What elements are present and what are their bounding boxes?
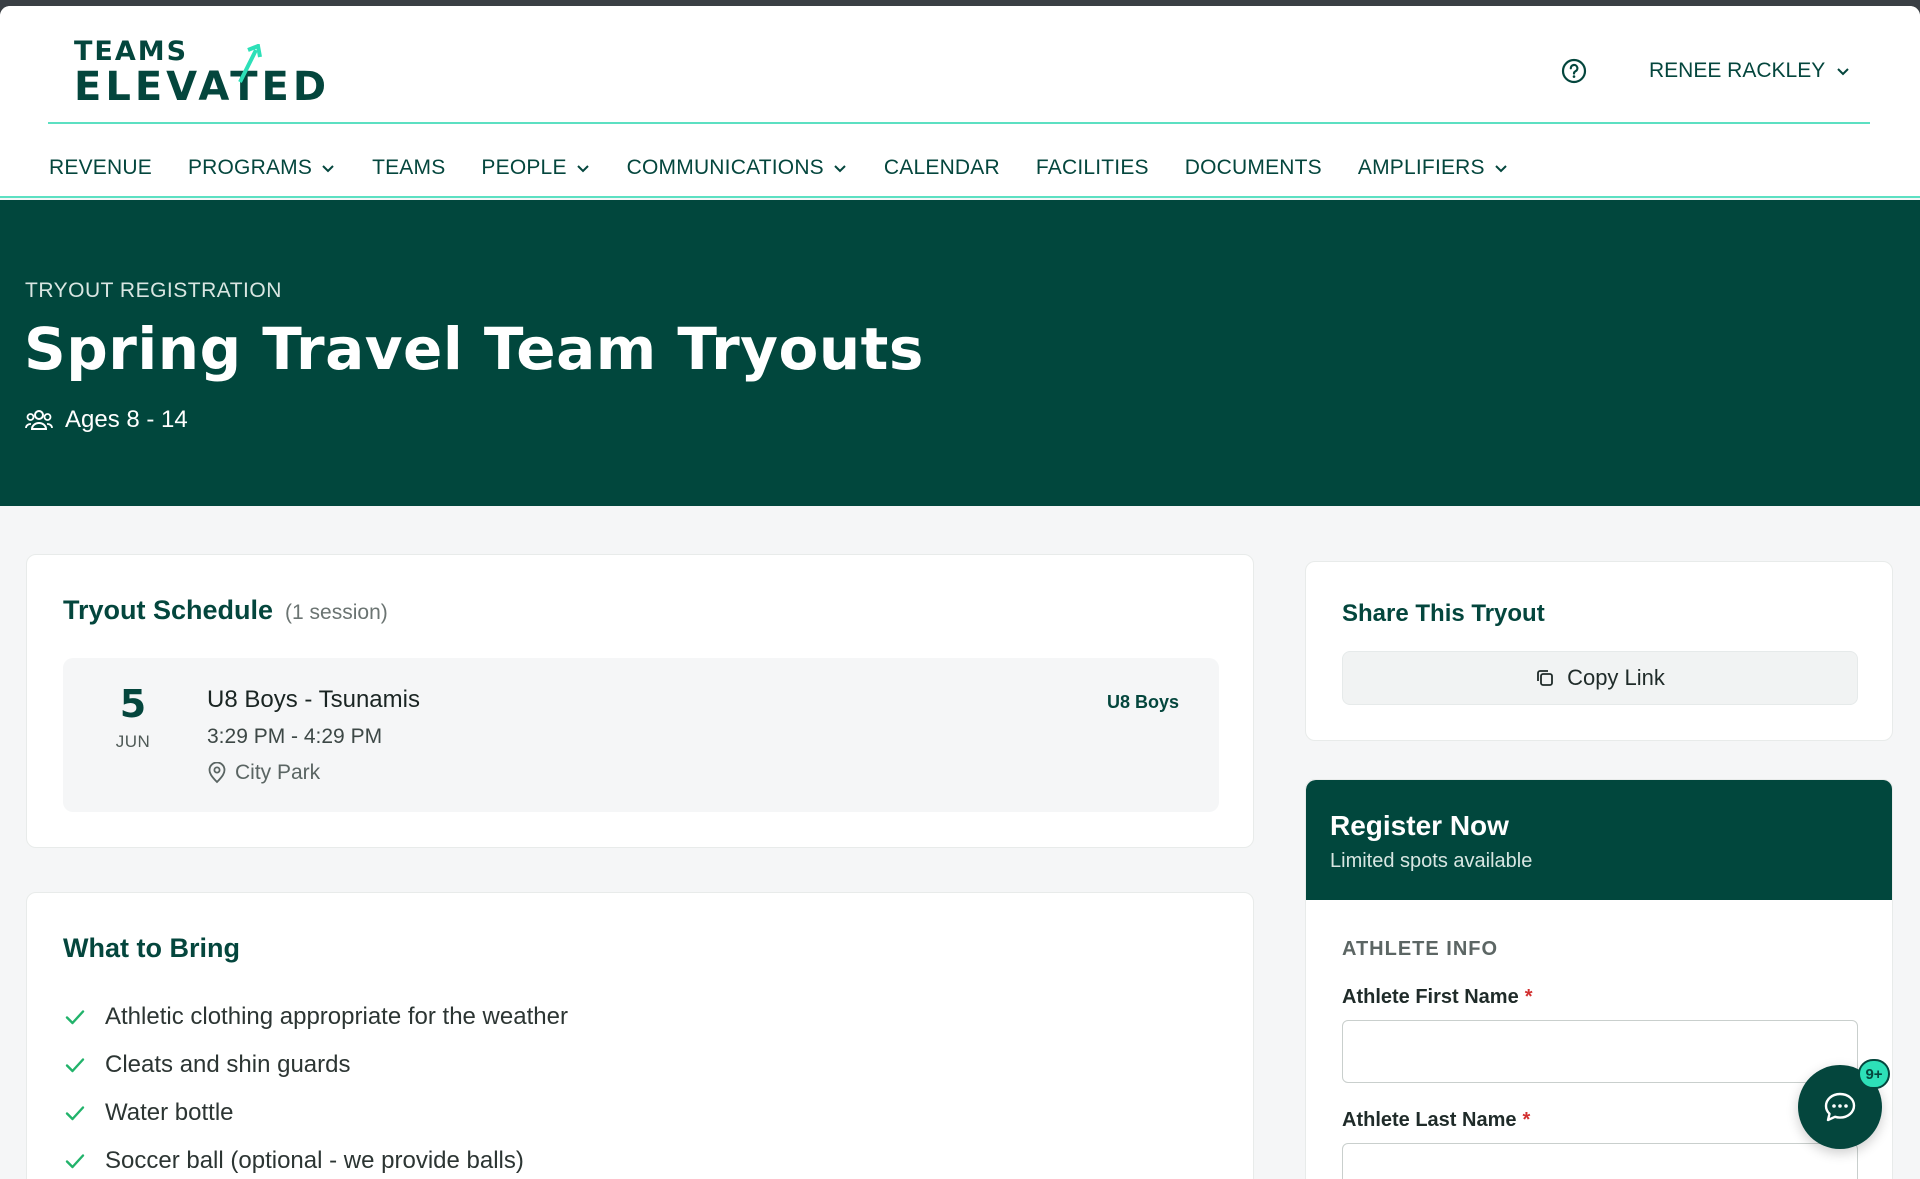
age-range: Ages 8 - 14 [25, 406, 188, 434]
session-month: JUN [115, 732, 151, 751]
bring-list-item: Cleats and shin guards [63, 1041, 568, 1089]
copy-link-label: Copy Link [1567, 665, 1665, 690]
nav-item-label: FACILITIES [1035, 156, 1149, 179]
bring-list-item: Athletic clothing appropriate for the we… [63, 993, 568, 1041]
hero-banner: TRYOUT REGISTRATION Spring Travel Team T… [0, 200, 1920, 506]
nav-item-label: CALENDAR [883, 156, 1000, 179]
session-day: 5 [119, 682, 147, 726]
register-title: Register Now [1330, 810, 1509, 841]
main-nav: REVENUE PROGRAMS TEAMS PEOPLE COMMUNICATIONS… [49, 150, 1545, 186]
logo-text-bottom: ELEVATED [74, 64, 331, 110]
session-item[interactable]: 5 JUN U8 Boys - Tsunamis 3:29 PM - 4:29 … [63, 658, 1219, 812]
page-title: Spring Travel Team Tryouts [24, 315, 924, 383]
bring-list: Athletic clothing appropriate for the we… [63, 993, 568, 1179]
nav-item-people[interactable]: PEOPLE [481, 156, 590, 180]
bring-list-item: Soccer ball (optional - we provide balls… [63, 1137, 568, 1179]
brand-logo[interactable]: TEAMS ELEVATED [74, 36, 374, 110]
top-header: TEAMS ELEVATED RENEE RACKLEY REVENUE PROG… [0, 6, 1920, 198]
bring-item-text: Water bottle [105, 1099, 234, 1126]
required-marker: * [1524, 986, 1533, 1008]
athlete-info-heading: ATHLETE INFO [1342, 938, 1499, 960]
logo-arrow-icon [238, 44, 262, 83]
session-location-text: City Park [235, 761, 321, 784]
bring-item-text: Soccer ball (optional - we provide balls… [105, 1147, 524, 1174]
session-time: 3:29 PM - 4:29 PM [207, 725, 383, 748]
user-name: RENEE RACKLEY [1649, 59, 1826, 82]
user-menu[interactable]: RENEE RACKLEY [1649, 56, 1851, 86]
athlete-first-name-input[interactable] [1342, 1020, 1858, 1083]
users-icon [25, 410, 53, 430]
chat-notification-badge: 9+ [1858, 1059, 1890, 1089]
nav-item-documents[interactable]: DOCUMENTS [1185, 156, 1322, 180]
chevron-down-icon [576, 165, 589, 173]
required-marker: * [1522, 1109, 1531, 1131]
copy-link-button[interactable]: Copy Link [1342, 651, 1858, 705]
nav-item-communications[interactable]: COMMUNICATIONS [627, 156, 848, 180]
nav-item-label: PROGRAMS [187, 156, 313, 179]
logo-text-top: TEAMS [74, 36, 189, 67]
last-name-label-text: Athlete Last Name [1342, 1109, 1517, 1131]
last-name-label: Athlete Last Name * [1342, 1109, 1530, 1132]
age-range-text: Ages 8 - 14 [65, 406, 188, 433]
nav-item-label: COMMUNICATIONS [626, 156, 824, 179]
share-card: Share This Tryout Copy Link [1305, 561, 1893, 741]
session-group-tag: U8 Boys [1106, 692, 1179, 712]
chevron-down-icon [834, 165, 846, 173]
first-name-label: Athlete First Name * [1342, 986, 1533, 1009]
header-divider [48, 122, 1870, 124]
check-icon [65, 1058, 85, 1073]
nav-item-programs[interactable]: PROGRAMS [188, 156, 336, 180]
chevron-down-icon [322, 165, 334, 173]
nav-item-amplifiers[interactable]: AMPLIFIERS [1358, 156, 1509, 180]
register-subtitle: Limited spots available [1330, 850, 1533, 872]
help-circle-icon [1561, 58, 1587, 84]
chevron-down-icon [1495, 165, 1507, 173]
register-header: Register Now Limited spots available [1306, 780, 1892, 900]
nav-item-label: TEAMS [372, 156, 446, 179]
copy-icon [1537, 670, 1553, 686]
bring-item-text: Athletic clothing appropriate for the we… [105, 1003, 568, 1030]
check-icon [65, 1154, 85, 1169]
session-name: U8 Boys - Tsunamis [207, 686, 420, 713]
first-name-label-text: Athlete First Name [1342, 986, 1519, 1008]
schedule-title: Tryout Schedule [63, 595, 274, 625]
app-window: TEAMS ELEVATED RENEE RACKLEY REVENUE PROG… [0, 6, 1920, 1179]
nav-item-teams[interactable]: TEAMS [372, 156, 445, 180]
nav-item-label: REVENUE [49, 156, 152, 179]
bring-item-text: Cleats and shin guards [105, 1051, 351, 1078]
chevron-down-icon [1837, 68, 1849, 76]
what-to-bring-card: What to Bring Athletic clothing appropri… [26, 892, 1254, 1179]
session-location: City Park [207, 761, 320, 785]
share-title: Share This Tryout [1342, 600, 1545, 627]
nav-item-label: DOCUMENTS [1184, 156, 1322, 179]
nav-item-revenue[interactable]: REVENUE [49, 156, 152, 180]
tryout-schedule-card: Tryout Schedule (1 session) 5 JUN U8 Boy… [26, 554, 1254, 848]
nav-item-facilities[interactable]: FACILITIES [1036, 156, 1149, 180]
nav-item-label: PEOPLE [481, 156, 567, 179]
nav-item-label: AMPLIFIERS [1357, 156, 1485, 179]
page-eyebrow: TRYOUT REGISTRATION [25, 279, 282, 302]
check-icon [65, 1106, 85, 1121]
athlete-last-name-input[interactable] [1342, 1143, 1858, 1179]
session-count: (1 session) [285, 601, 388, 624]
bring-list-item: Water bottle [63, 1089, 568, 1137]
nav-item-calendar[interactable]: CALENDAR [884, 156, 1000, 180]
bring-title: What to Bring [63, 933, 240, 963]
chat-bubble-icon [1824, 1092, 1856, 1122]
map-pin-icon [208, 762, 226, 784]
schedule-header: Tryout Schedule (1 session) [63, 595, 388, 626]
check-icon [65, 1010, 85, 1025]
help-button[interactable] [1560, 57, 1588, 85]
